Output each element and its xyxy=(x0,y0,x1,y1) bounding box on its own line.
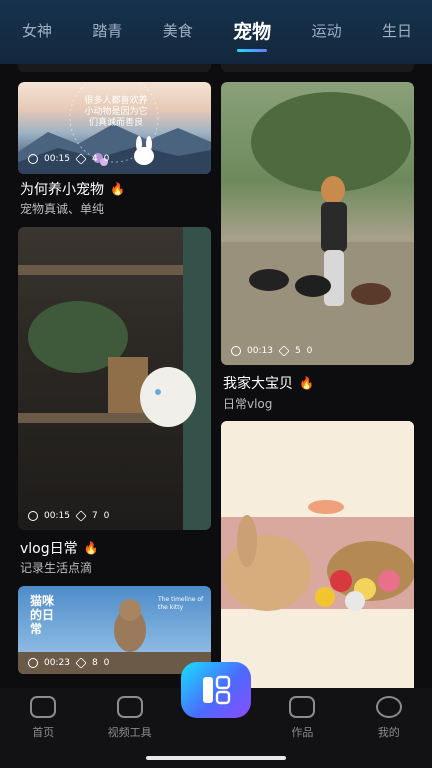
like-count: 0 xyxy=(306,346,313,356)
template-thumbnail: 猫咪的日常 The timeline of the kitty 00:23 8 … xyxy=(18,586,211,674)
overlay-caption: 很多人都喜欢养小动物是因为它们真诚而善良 xyxy=(84,96,148,128)
video-tool-icon xyxy=(116,696,143,718)
woman-with-dogs-photo xyxy=(221,92,414,365)
nav-works-label: 作品 xyxy=(291,726,314,739)
nav-home-label: 首页 xyxy=(32,726,55,739)
create-icon xyxy=(203,675,231,705)
category-tab-bar: 女神 踏青 美食 宠物 运动 生日 xyxy=(0,0,432,64)
template-card-why-pet[interactable]: 很多人都喜欢养小动物是因为它们真诚而善良 00:15 4 0 为何养小宠物 🔥 … xyxy=(18,82,211,220)
layers-icon xyxy=(278,345,290,357)
tab-goddess[interactable]: 女神 xyxy=(22,20,52,45)
clock-icon xyxy=(231,346,241,356)
card-subtitle: 记录生活点滴 xyxy=(20,561,93,575)
card-subtitle: 宠物真诚、单纯 xyxy=(20,202,105,216)
clip-count: 7 xyxy=(91,511,98,521)
clip-count: 5 xyxy=(294,346,301,356)
tab-food[interactable]: 美食 xyxy=(163,20,193,45)
clock-icon xyxy=(28,658,38,668)
like-count: 0 xyxy=(103,658,110,668)
home-icon xyxy=(30,696,57,718)
card-title-row: 为何养小宠物 🔥 xyxy=(20,179,125,199)
card-title: vlog日常 xyxy=(20,541,78,557)
template-stats: 00:23 8 0 xyxy=(28,657,110,669)
tab-birthday[interactable]: 生日 xyxy=(382,20,412,45)
fire-icon: 🔥 xyxy=(110,182,125,196)
nav-video-tools-label: 视频工具 xyxy=(107,726,152,739)
template-card-vlog[interactable]: 00:15 7 0 vlog日常 🔥 记录生活点滴 xyxy=(18,227,211,577)
clip-count: 8 xyxy=(91,658,98,668)
duration-label: 00:13 xyxy=(247,346,273,356)
card-subtitle: 日常vlog xyxy=(223,397,273,411)
template-feed[interactable]: 很多人都喜欢养小动物是因为它们真诚而善良 00:15 4 0 为何养小宠物 🔥 … xyxy=(0,64,432,688)
template-thumbnail: 00:13 5 0 xyxy=(221,82,414,365)
template-card-partial[interactable] xyxy=(221,64,414,72)
layers-icon xyxy=(75,657,87,669)
clock-icon xyxy=(28,511,38,521)
clock-icon xyxy=(28,154,38,164)
clip-count: 4 xyxy=(91,154,98,164)
nav-profile[interactable]: 我的 xyxy=(354,696,424,768)
works-icon xyxy=(289,696,316,718)
template-card-partial[interactable] xyxy=(18,64,211,72)
template-card-my-pet[interactable]: 00:13 5 0 我家大宝贝 🔥 日常vlog xyxy=(221,82,414,412)
template-stats: 00:15 4 0 xyxy=(28,153,110,165)
template-thumbnail: 00:15 7 0 xyxy=(18,227,211,530)
tab-outing[interactable]: 踏青 xyxy=(92,20,122,45)
overlay-caption: 猫咪的日常 xyxy=(30,594,55,636)
tab-pets[interactable]: 宠物 xyxy=(233,17,271,52)
fire-icon: 🔥 xyxy=(83,541,99,555)
overlay-subcaption: The timeline of the kitty xyxy=(158,596,204,611)
template-card-rabbit[interactable] xyxy=(221,421,414,688)
card-title-row: 我家大宝贝 🔥 xyxy=(223,373,314,393)
duration-label: 00:23 xyxy=(44,658,70,668)
nav-profile-label: 我的 xyxy=(377,726,400,739)
duration-label: 00:15 xyxy=(44,154,70,164)
card-title: 我家大宝贝 xyxy=(223,376,293,392)
template-stats: 00:15 7 0 xyxy=(28,510,110,522)
template-thumbnail: 很多人都喜欢养小动物是因为它们真诚而善良 00:15 4 0 xyxy=(18,82,211,174)
like-count: 0 xyxy=(103,511,110,521)
create-button[interactable] xyxy=(181,662,251,718)
fire-icon: 🔥 xyxy=(299,376,314,390)
layers-icon xyxy=(75,510,87,522)
tab-sports[interactable]: 运动 xyxy=(312,20,342,45)
cat-on-shelf-photo xyxy=(18,227,211,530)
template-thumbnail xyxy=(221,421,414,688)
like-count: 0 xyxy=(103,154,110,164)
template-stats: 00:13 5 0 xyxy=(231,345,313,357)
rabbit-easter-eggs-photo xyxy=(221,500,414,611)
duration-label: 00:15 xyxy=(44,511,70,521)
profile-icon xyxy=(375,696,402,718)
card-title-row: vlog日常 🔥 xyxy=(20,538,99,558)
nav-home[interactable]: 首页 xyxy=(8,696,78,768)
home-indicator xyxy=(146,756,286,760)
card-title: 为何养小宠物 xyxy=(20,182,104,198)
layers-icon xyxy=(75,153,87,165)
